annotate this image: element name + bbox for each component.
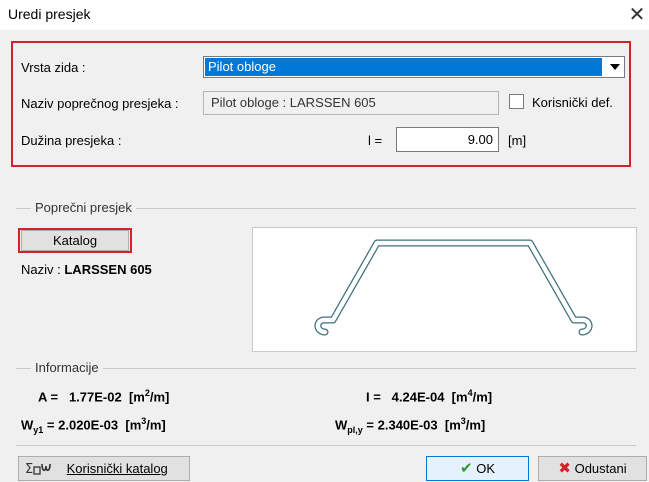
info-group-title: Informacije [31, 360, 103, 375]
inertia-unit: [m [451, 389, 468, 405]
area-row: A = 1.77E-02 [m2/m] [38, 388, 169, 404]
wply-subscript: pl,y [347, 424, 363, 435]
wy1-unit-post: /m] [146, 417, 166, 433]
inertia-row: I = 4.24E-04 [m4/m] [366, 388, 492, 404]
wply-symbol: W [335, 417, 348, 433]
checkmark-icon: ✔ [460, 460, 473, 477]
wy1-unit: [m [125, 417, 142, 433]
length-symbol: l = [368, 133, 383, 148]
section-name-field: Pilot obloge : LARSSEN 605 [203, 91, 499, 115]
wall-type-value: Pilot obloge [205, 58, 602, 76]
profile-name: Naziv : LARSSEN 605 [21, 262, 152, 277]
title-bar [0, 0, 649, 30]
wply-eq: = [362, 417, 378, 433]
section-name-label: Naziv poprečnog presjeka : [21, 96, 179, 111]
inertia-unit-post: /m] [472, 389, 493, 405]
wply-value: 2.340E-03 [377, 417, 438, 433]
window-title: Uredi presjek [8, 6, 91, 22]
area-symbol: A = [38, 389, 59, 405]
inertia-symbol: I = [366, 389, 381, 405]
wply-row: Wpl,y = 2.340E-03 [m3/m] [335, 416, 485, 435]
length-input[interactable]: 9.00 [396, 127, 499, 152]
area-unit-post: /m] [149, 389, 170, 405]
area-value: 1.77E-02 [68, 389, 122, 405]
profile-preview [252, 227, 637, 352]
bottom-divider [16, 445, 636, 446]
user-catalog-button[interactable]: Σ Korisnički katalog [18, 456, 190, 481]
inertia-value: 4.24E-04 [391, 389, 445, 405]
profile-name-value: LARSSEN 605 [64, 262, 152, 277]
user-defined-label: Korisnički def. [532, 95, 613, 110]
ok-label: OK [476, 461, 495, 476]
user-catalog-icon: Σ [25, 462, 51, 477]
wy1-value: 2.020E-03 [58, 417, 119, 433]
cancel-x-icon: ✖ [558, 460, 571, 477]
cross-section-group-title: Poprečni presjek [31, 200, 136, 215]
cancel-label: Odustani [574, 461, 627, 476]
wy1-row: Wy1 = 2.020E-03 [m3/m] [21, 416, 166, 435]
svg-text:Σ: Σ [25, 462, 33, 476]
length-label: Dužina presjeka : [21, 133, 122, 148]
cancel-button[interactable]: ✖ Odustani [538, 456, 647, 481]
chevron-down-icon[interactable] [610, 64, 620, 70]
info-group-line [16, 368, 636, 369]
area-unit: [m [128, 389, 145, 405]
wply-unit-post: /m] [465, 417, 486, 433]
wall-type-select[interactable]: Pilot obloge [203, 56, 625, 78]
sheet-pile-profile-drawing [314, 239, 593, 336]
wy1-eq: = [43, 417, 59, 433]
profile-name-label: Naziv : [21, 262, 61, 277]
length-unit: [m] [508, 133, 527, 148]
ok-button[interactable]: ✔ OK [426, 456, 529, 481]
wall-type-label: Vrsta zida : [21, 60, 86, 75]
catalog-button[interactable]: Katalog [21, 230, 129, 251]
close-icon[interactable]: ✕ [626, 0, 648, 30]
user-defined-checkbox[interactable] [509, 94, 524, 109]
user-catalog-label: Korisnički katalog [66, 461, 168, 476]
wy1-subscript: y1 [33, 424, 44, 435]
wy1-symbol: W [21, 417, 34, 433]
wply-unit: [m [444, 417, 461, 433]
